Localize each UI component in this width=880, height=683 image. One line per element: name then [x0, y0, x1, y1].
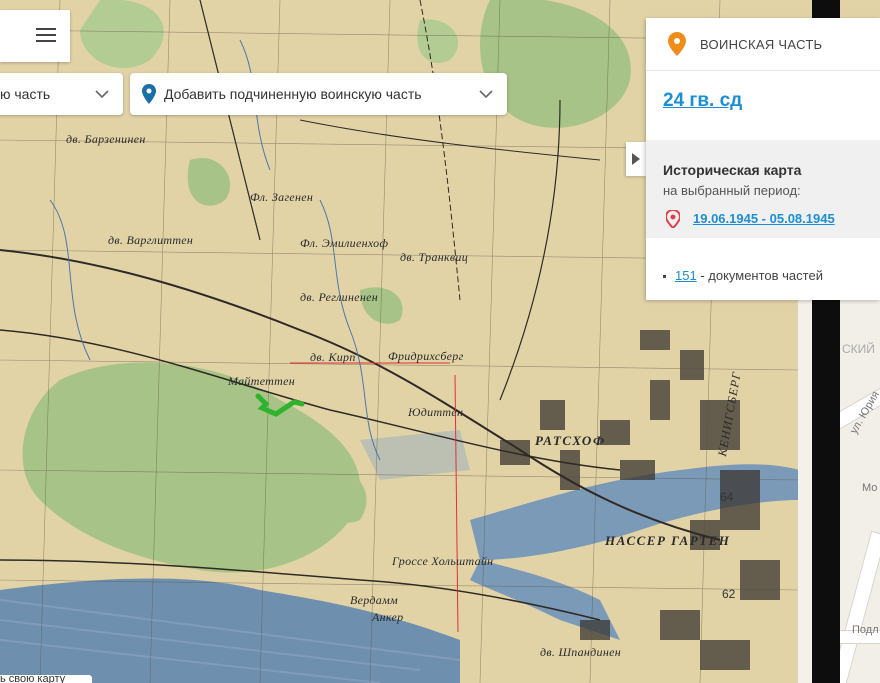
map-label: Анкер [372, 610, 404, 624]
map-label: дв. Транквиц [400, 250, 469, 264]
map-label: Майтеттен [228, 374, 295, 388]
historic-map-section: Историческая карта на выбранный период: … [646, 140, 880, 238]
map-label: дв. Варглиттен [108, 233, 194, 247]
map-label: Гроссе Хольштайн [392, 554, 494, 568]
bullet [663, 275, 666, 279]
unit-select[interactable]: ю часть [0, 73, 123, 115]
map-label: Юдиттен [408, 405, 464, 419]
chevron-down-icon [479, 90, 493, 99]
historic-map-subtitle: на выбранный период: [663, 183, 801, 198]
unit-name-link[interactable]: 24 гв. сд [663, 90, 742, 112]
panel-title: ВОИНСКАЯ ЧАСТЬ [700, 36, 823, 52]
hamburger-icon[interactable] [36, 28, 56, 42]
subordinate-unit-placeholder: Добавить подчиненную воинскую часть [164, 86, 422, 102]
unit-select-value: ю часть [0, 86, 51, 102]
bottom-link[interactable]: ь свою карту [0, 675, 92, 683]
map-border [798, 300, 812, 683]
chevron-down-icon [95, 90, 109, 99]
menu-panel [0, 10, 70, 62]
caret-right-icon [632, 153, 640, 165]
map-label: Вердамм [350, 593, 398, 607]
base-map[interactable]: СКИЙ ул. Юрия Мо Подл [840, 300, 880, 683]
street [840, 530, 880, 683]
base-map-label: СКИЙ [842, 342, 875, 356]
map-label: НАССЕР ГАРТЕН [605, 533, 731, 548]
grid-number: 62 [722, 587, 736, 601]
map-label: Фридрихсберг [388, 349, 464, 363]
date-range-link[interactable]: 19.06.1945 - 05.08.1945 [693, 211, 835, 226]
location-pin-icon [666, 210, 680, 228]
map-label: дв. Барзенинен [66, 132, 146, 146]
location-pin-icon [668, 32, 686, 56]
map-label: Фл. Эмилиенхоф [300, 236, 389, 250]
historic-map-title: Историческая карта [663, 162, 802, 178]
subordinate-unit-select[interactable]: Добавить подчиненную воинскую часть [130, 73, 507, 115]
map-label: дв. Шпандинен [540, 645, 621, 659]
documents-count: 151 - документов частей [663, 268, 823, 283]
documents-count-link[interactable]: 151 [675, 268, 697, 283]
map-label: дв. Кирп [310, 350, 356, 364]
panel-header: ВОИНСКАЯ ЧАСТЬ [646, 18, 880, 71]
unit-info-panel: ВОИНСКАЯ ЧАСТЬ 24 гв. сд Историческая ка… [646, 18, 880, 300]
map-label: РАТСХОФ [535, 433, 606, 448]
base-map-label: Подл [852, 624, 879, 636]
base-map-label: Мо [862, 482, 878, 494]
grid-number: 64 [720, 490, 734, 504]
documents-label: - документов частей [696, 268, 823, 283]
panel-collapse-button[interactable] [626, 142, 646, 176]
map-label: Фл. Загенен [250, 190, 314, 204]
location-pin-icon [142, 84, 156, 104]
map-label: дв. Реглиненен [300, 290, 378, 304]
